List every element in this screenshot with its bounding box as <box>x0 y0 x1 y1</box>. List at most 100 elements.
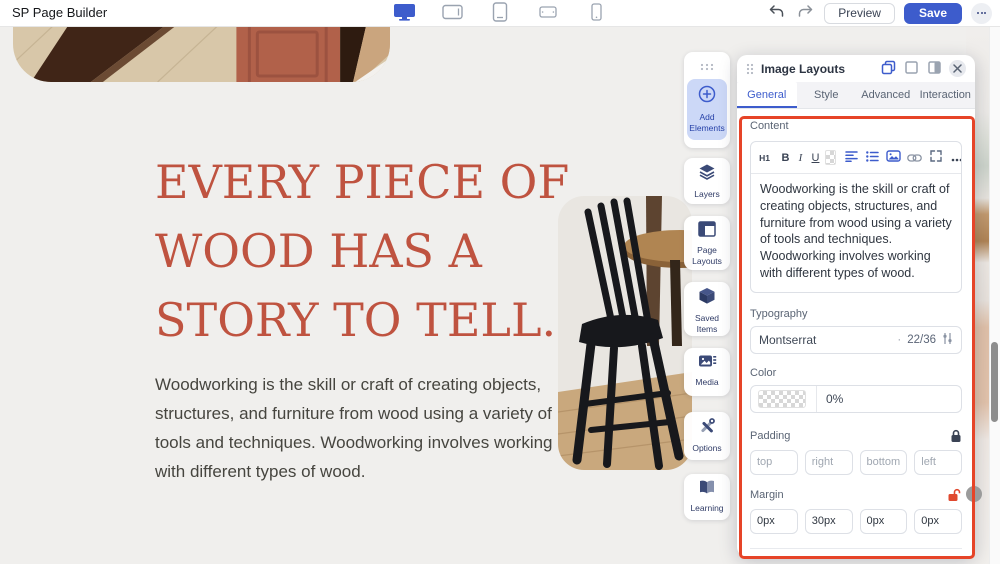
tab-general[interactable]: General <box>737 82 797 108</box>
plus-circle-icon <box>697 84 717 109</box>
typography-label: Typography <box>750 308 962 320</box>
lock-closed-icon[interactable] <box>950 429 962 443</box>
typography-field[interactable]: Montserrat · 22/36 <box>750 326 962 354</box>
dock-square-icon <box>905 61 918 77</box>
underline-button[interactable]: U <box>809 148 822 168</box>
insert-image-button[interactable] <box>887 148 900 168</box>
rail-item-add-elements[interactable]: Add Elements <box>687 79 727 140</box>
margin-bottom-input[interactable] <box>860 509 908 534</box>
panel-drag-handle-icon[interactable] <box>746 63 754 75</box>
heading-line: WOOD HAS A <box>155 217 615 286</box>
device-mobile-portrait-button[interactable] <box>584 3 608 23</box>
panel-float-mode-button[interactable] <box>880 61 896 77</box>
device-switcher <box>392 0 608 26</box>
padding-left-input[interactable] <box>914 450 962 475</box>
highlight-color-button[interactable] <box>824 148 837 168</box>
rail-item-label: Media <box>694 377 719 388</box>
adjust-sliders-icon <box>942 332 953 348</box>
expand-icon <box>930 150 942 165</box>
redo-icon <box>798 5 813 21</box>
desktop-icon <box>393 3 416 24</box>
rail-item-label: Layers <box>693 189 721 200</box>
margin-label: Margin <box>750 489 784 501</box>
book-icon <box>698 479 716 500</box>
panel-scroll-knob[interactable] <box>966 486 982 502</box>
panel-dock-right-button[interactable] <box>926 61 942 77</box>
margin-inputs <box>750 509 962 534</box>
tablet-landscape-icon <box>442 4 463 23</box>
rail-card: Options <box>684 412 730 460</box>
preview-button[interactable]: Preview <box>824 3 895 24</box>
tab-interaction[interactable]: Interaction <box>916 82 976 108</box>
padding-top-input[interactable] <box>750 450 798 475</box>
font-family-value: Montserrat <box>759 333 816 347</box>
page-scrollbar[interactable] <box>989 26 1000 564</box>
margin-top-input[interactable] <box>750 509 798 534</box>
heading-format-button[interactable]: H1 <box>758 148 771 168</box>
cube-icon <box>698 287 716 310</box>
color-swatch[interactable] <box>758 390 806 408</box>
mobile-portrait-icon <box>591 3 602 24</box>
rail-card: Page Layouts <box>684 216 730 270</box>
insert-link-button[interactable] <box>908 148 921 168</box>
close-icon <box>953 61 962 76</box>
transparent-swatch-icon <box>825 150 836 165</box>
ellipsis-icon <box>951 150 963 165</box>
rail-item-page-layouts[interactable]: Page Layouts <box>684 216 730 273</box>
undo-button[interactable] <box>766 3 786 23</box>
tablet-portrait-icon <box>492 2 508 25</box>
padding-right-input[interactable] <box>805 450 853 475</box>
rail-item-label: Page Layouts <box>684 245 730 267</box>
redo-button[interactable] <box>795 3 815 23</box>
rail-item-media[interactable]: Media <box>684 348 730 394</box>
save-button[interactable]: Save <box>904 3 962 24</box>
image-layouts-panel: Image Layouts General Style Advanced Int… <box>737 55 975 557</box>
align-button[interactable] <box>845 148 858 168</box>
rich-text-editor: H1 B I U <box>750 141 962 293</box>
more-options-button[interactable] <box>971 3 992 24</box>
layers-icon <box>698 163 716 186</box>
link-icon <box>907 150 922 165</box>
margin-right-input[interactable] <box>805 509 853 534</box>
rail-item-saved-items[interactable]: Saved Items <box>684 282 730 341</box>
device-tablet-landscape-button[interactable] <box>440 3 464 23</box>
italic-button[interactable]: I <box>794 148 807 168</box>
rail-item-options[interactable]: Options <box>684 412 730 460</box>
margin-left-input[interactable] <box>914 509 962 534</box>
editor-toolbar: H1 B I U <box>751 142 961 174</box>
panel-close-button[interactable] <box>949 60 966 77</box>
panel-body: Content H1 B I U <box>737 109 975 557</box>
font-size-leading-value: 22/36 <box>907 334 936 346</box>
lock-open-icon[interactable] <box>947 488 962 502</box>
margin-header: Margin <box>750 488 962 502</box>
canvas-paragraph[interactable]: Woodworking is the skill or craft of cre… <box>155 370 561 486</box>
device-tablet-portrait-button[interactable] <box>488 3 512 23</box>
bullet-list-icon <box>866 150 879 165</box>
fullscreen-button[interactable] <box>929 148 942 168</box>
padding-header: Padding <box>750 429 962 443</box>
tab-advanced[interactable]: Advanced <box>856 82 916 108</box>
chair-photo[interactable] <box>558 196 692 470</box>
device-mobile-landscape-button[interactable] <box>536 3 560 23</box>
canvas-heading[interactable]: EVERY PIECE OF WOOD HAS A STORY TO TELL. <box>155 148 615 355</box>
topbar-actions: Preview Save <box>766 0 992 26</box>
scrollbar-thumb[interactable] <box>991 342 998 422</box>
editor-more-button[interactable] <box>950 148 962 168</box>
page-layouts-icon <box>698 221 716 242</box>
top-toolbar: SP Page Builder <box>0 0 1000 27</box>
bold-button[interactable]: B <box>779 148 792 168</box>
rail-item-layers[interactable]: Layers <box>684 158 730 206</box>
tab-style[interactable]: Style <box>797 82 857 108</box>
rail-card: Learning <box>684 474 730 520</box>
hero-wood-image[interactable] <box>13 26 390 82</box>
editor-textarea[interactable]: Woodworking is the skill or craft of cre… <box>751 174 961 292</box>
rail-item-learning[interactable]: Learning <box>684 474 730 520</box>
device-desktop-button[interactable] <box>392 3 416 23</box>
list-button[interactable] <box>866 148 879 168</box>
field-divider: · <box>897 334 901 346</box>
panel-dock-left-button[interactable] <box>903 61 919 77</box>
padding-bottom-input[interactable] <box>860 450 908 475</box>
ellipsis-icon <box>977 12 979 15</box>
rail-item-label: Learning <box>689 503 724 514</box>
rail-drag-handle-icon[interactable] <box>700 52 714 79</box>
